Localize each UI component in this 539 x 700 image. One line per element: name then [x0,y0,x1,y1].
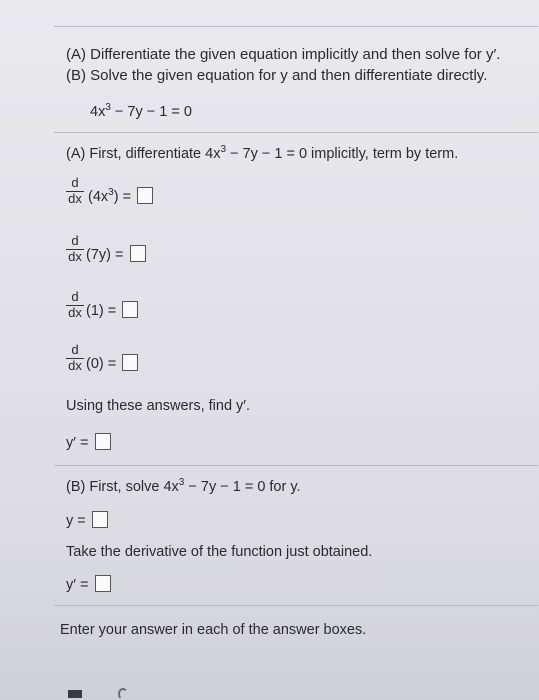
part-a-heading-pre: (A) First, differentiate 4x [66,146,221,162]
d-numerator: d [71,233,79,248]
part-b-heading-pre: (B) First, solve 4x [66,479,179,495]
answer-box-yprime-b[interactable] [94,575,111,592]
yprime-b-row: y′ = [66,575,111,593]
derivative-operator-4: d dx [66,343,84,373]
derivative-operator-3: d dx [66,290,84,320]
term-2: (7y) = [86,245,146,263]
section-divider [54,132,538,133]
dx-denominator: dx [68,358,82,373]
part-b-heading-post: − 7y − 1 = 0 for y. [184,479,301,495]
term-1: (4x3) = [88,187,154,205]
part-b-heading: (B) First, solve 4x3 − 7y − 1 = 0 for y. [66,477,301,495]
take-derivative-text: Take the derivative of the function just… [66,544,373,560]
derivative-operator-2: d dx [66,234,84,264]
footer-text: Enter your answer in each of the answer … [60,622,367,638]
yprime-a-row: y′ = [66,433,111,451]
term-2-label: (7y) = [86,247,124,263]
answer-box-yprime-a[interactable] [94,433,111,450]
term-4: (0) = [86,354,139,372]
using-answers-text: Using these answers, find y′. [66,398,251,414]
footer-divider [54,605,538,606]
yprime-b-label: y′ = [66,577,89,593]
bottom-arc-mark [118,688,128,700]
instruction-b: (B) Solve the given equation for y and t… [66,67,488,84]
d-numerator: d [71,342,79,357]
part-a-heading: (A) First, differentiate 4x3 − 7y − 1 = … [66,144,458,162]
instruction-a: (A) Differentiate the given equation imp… [66,46,501,63]
dx-denominator: dx [68,191,82,206]
dx-denominator: dx [68,305,82,320]
term-1-pre: (4x [88,189,109,205]
answer-box-term-3[interactable] [122,301,139,318]
term-3-label: (1) = [86,303,117,319]
given-equation: 4x3 − 7y − 1 = 0 [90,102,192,120]
dx-denominator: dx [68,249,82,264]
part-a-heading-post: − 7y − 1 = 0 implicitly, term by term. [226,146,459,162]
equation-rest: − 7y − 1 = 0 [110,104,192,120]
term-4-label: (0) = [86,356,117,372]
answer-box-term-2[interactable] [129,245,146,262]
d-numerator: d [71,289,79,304]
d-numerator: d [71,175,79,190]
part-b-divider [54,465,538,466]
answer-box-y[interactable] [91,511,108,528]
yprime-a-label: y′ = [66,435,89,451]
y-row: y = [66,511,108,529]
derivative-operator-1: d dx [66,176,84,206]
y-label: y = [66,513,86,529]
answer-box-term-4[interactable] [122,354,139,371]
term-1-post: ) = [113,189,132,205]
term-3: (1) = [86,301,139,319]
answer-box-term-1[interactable] [137,187,154,204]
bottom-dark-mark [68,690,82,698]
top-divider [54,26,538,27]
equation-base: 4x [90,104,106,120]
